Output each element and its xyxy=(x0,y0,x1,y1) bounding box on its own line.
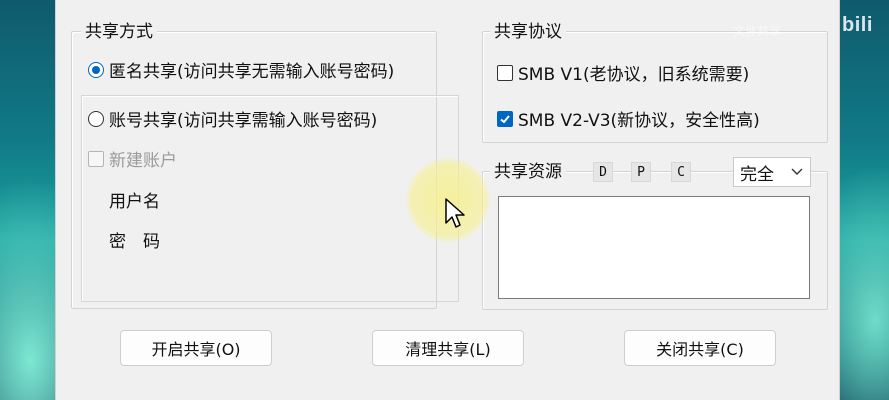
drive-c-button[interactable]: C xyxy=(671,162,691,182)
checkmark-icon xyxy=(500,114,510,123)
open-share-button[interactable]: 开启共享(O) xyxy=(120,330,272,366)
share-protocol-title: 共享协议 xyxy=(490,22,566,42)
new-account-label: 新建账户 xyxy=(109,151,177,171)
account-share-radio[interactable]: 账号共享(访问共享需输入账号密码) xyxy=(88,106,377,131)
checkbox-indicator-new-account[interactable] xyxy=(88,150,104,167)
radio-indicator-anonymous[interactable] xyxy=(88,61,104,78)
smb-v1-checkbox[interactable]: SMB V1(老协议，旧系统需要) xyxy=(497,60,749,85)
checkbox-indicator-smb-v2[interactable] xyxy=(497,110,513,127)
drive-p-button[interactable]: P xyxy=(631,162,651,182)
anonymous-share-label: 匿名共享(访问共享无需输入账号密码) xyxy=(109,62,395,82)
checkbox-indicator-smb-v1[interactable] xyxy=(497,64,513,81)
chevron-down-icon xyxy=(791,168,803,175)
clean-share-button[interactable]: 清理共享(L) xyxy=(372,330,524,366)
smb-v2-v3-checkbox[interactable]: SMB V2-V3(新协议，安全性高) xyxy=(497,106,760,131)
smb-v2-v3-label: SMB V2-V3(新协议，安全性高) xyxy=(518,111,760,131)
account-share-label: 账号共享(访问共享需输入账号密码) xyxy=(109,111,378,131)
permission-select-value: 完全 xyxy=(740,164,774,185)
share-resource-label: 共享资源 xyxy=(490,162,566,182)
new-account-checkbox[interactable]: 新建账户 xyxy=(88,146,177,171)
drive-d-button[interactable]: D xyxy=(593,162,613,182)
mouse-pointer-icon xyxy=(445,198,465,228)
share-mode-title: 共享方式 xyxy=(81,22,157,42)
smb-v1-label: SMB V1(老协议，旧系统需要) xyxy=(518,65,750,85)
radio-indicator-account[interactable] xyxy=(88,110,104,127)
anonymous-share-radio[interactable]: 匿名共享(访问共享无需输入账号密码) xyxy=(88,57,394,82)
permission-select[interactable]: 完全 xyxy=(733,157,811,187)
username-label: 用户名 xyxy=(109,192,160,212)
close-share-button[interactable]: 关闭共享(C) xyxy=(624,330,776,366)
video-watermark: 文件共享 xyxy=(733,24,782,38)
bilibili-logo: bili xyxy=(842,14,873,36)
share-resource-list[interactable] xyxy=(498,196,810,299)
password-label: 密 码 xyxy=(109,232,160,252)
share-settings-dialog: 共享方式 匿名共享(访问共享无需输入账号密码) 账号共享(访问共享需输入账号密码… xyxy=(55,0,840,400)
